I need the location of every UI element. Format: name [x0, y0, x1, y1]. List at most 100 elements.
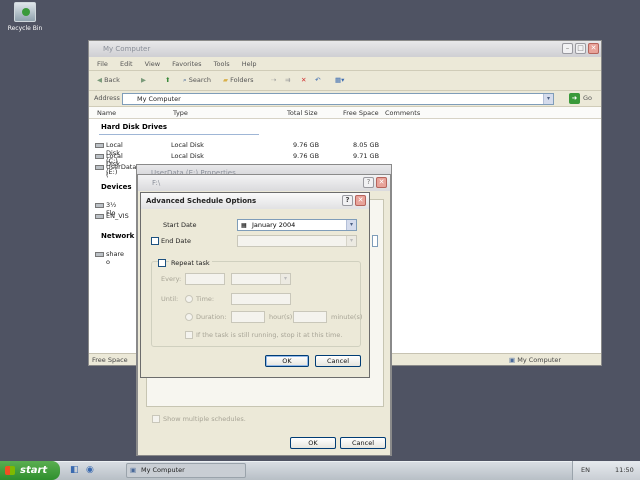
move-to-icon[interactable]: ⇢ [271, 76, 276, 84]
every-unit-select[interactable]: ▾ [231, 273, 291, 285]
delete-icon[interactable]: ✕ [301, 76, 306, 84]
hard-disk-icon [95, 153, 104, 159]
col-type[interactable]: Type [173, 109, 188, 117]
start-date-picker[interactable]: ▦ January 2004 ▾ [237, 219, 357, 231]
browser-icon[interactable]: ◉ [86, 465, 94, 475]
duration-label: Duration: [196, 313, 227, 321]
list-item[interactable]: EN_VIS [95, 212, 135, 222]
dialog-title: Advanced Schedule Options [146, 197, 257, 205]
go-arrow-icon[interactable]: ➜ [569, 93, 580, 104]
every-stepper[interactable] [185, 273, 225, 285]
taskbar [0, 461, 640, 480]
time-radio[interactable] [185, 295, 193, 303]
end-date-checkbox[interactable] [151, 237, 159, 245]
close-button[interactable]: ✕ [355, 195, 366, 206]
network-share-icon [95, 251, 104, 257]
search-button[interactable]: ⌕ Search [183, 76, 211, 85]
menu-edit[interactable]: Edit [120, 60, 133, 68]
menu-file[interactable]: File [97, 60, 108, 68]
every-label: Every: [161, 275, 182, 283]
minimize-button[interactable]: – [562, 43, 573, 54]
stop-task-label: If the task is still running, stop it at… [196, 331, 343, 339]
list-item[interactable]: 3½ Flo [95, 201, 135, 217]
menu-favorites[interactable]: Favorites [172, 60, 201, 68]
chevron-down-icon[interactable]: ▾ [280, 274, 290, 284]
until-label: Until: [161, 295, 179, 303]
address-label: Address [94, 94, 120, 102]
duration-minutes-field[interactable] [293, 311, 327, 323]
duration-radio[interactable] [185, 313, 193, 321]
repeat-task-checkbox[interactable] [158, 259, 166, 267]
col-name[interactable]: Name [97, 109, 116, 117]
my-computer-titlebar[interactable]: My Computer – □ ✕ [89, 41, 601, 57]
task-title: F:\ [152, 179, 161, 187]
show-multiple-label: Show multiple schedules. [163, 415, 246, 423]
close-button[interactable]: ✕ [376, 177, 387, 188]
duration-hours-field[interactable] [231, 311, 265, 323]
views-icon[interactable]: ▦▾ [335, 76, 344, 84]
chevron-down-icon[interactable]: ▾ [346, 220, 356, 230]
column-headers: Name Type Total Size Free Space Comments [89, 107, 601, 119]
drive-row[interactable]: Local Disk (C:) Local Disk 9.76 GB 8.05 … [95, 141, 515, 165]
copy-to-icon[interactable]: ⇉ [285, 76, 290, 84]
ok-button[interactable]: OK [290, 437, 336, 449]
undo-icon[interactable]: ↶ [315, 76, 320, 84]
cancel-button[interactable]: Cancel [340, 437, 386, 449]
up-folder-icon[interactable]: ⬆ [165, 76, 170, 84]
advanced-schedule-dialog: Advanced Schedule Options ? ✕ Start Date… [140, 192, 370, 378]
group-hard-disks: Hard Disk Drives [101, 123, 168, 131]
cancel-button[interactable]: Cancel [315, 355, 361, 367]
recycle-bin-label: Recycle Bin [7, 25, 43, 32]
drive-row[interactable]: Local Disk (E:) Local Disk 9.76 GB 9.71 … [95, 152, 515, 176]
recycle-bin-desktop-icon[interactable]: Recycle Bin [4, 2, 46, 32]
menu-help[interactable]: Help [242, 60, 257, 68]
group-devices: Devices [101, 183, 132, 191]
system-tray: EN 11:50 [572, 461, 640, 480]
address-input[interactable]: My Computer ▾ [122, 93, 554, 105]
group-network: Network [101, 232, 135, 240]
computer-icon: ▣ [509, 356, 518, 364]
address-dropdown-icon[interactable]: ▾ [543, 94, 553, 104]
help-button[interactable]: ? [363, 177, 374, 188]
until-time-field[interactable] [231, 293, 291, 305]
repeat-task-label: Repeat task [169, 259, 212, 267]
calendar-icon: ▦ [241, 222, 247, 229]
menu-tools[interactable]: Tools [214, 60, 230, 68]
back-button[interactable]: ◀ Back [97, 76, 120, 84]
folders-button[interactable]: ▰ Folders [223, 76, 254, 84]
start-date-label: Start Date [163, 221, 197, 229]
status-left: Free Space [92, 356, 128, 364]
hard-disk-icon [95, 142, 104, 148]
toolbar: ◀ Back ▶ ⬆ ⌕ Search ▰ Folders ⇢ ⇉ ✕ ↶ ▦▾ [89, 71, 601, 91]
status-right: ▣ My Computer [509, 356, 562, 364]
clock[interactable]: 11:50 [615, 461, 634, 480]
forward-arrow-icon[interactable]: ▶ [141, 76, 146, 84]
show-desktop-icon[interactable]: ◧ [70, 465, 79, 475]
col-free-space[interactable]: Free Space [343, 109, 379, 117]
ok-button[interactable]: OK [265, 355, 309, 367]
task-titlebar[interactable]: F:\ ? ✕ [138, 175, 390, 191]
floppy-icon [95, 202, 104, 208]
language-indicator[interactable]: EN [581, 461, 590, 480]
go-button[interactable]: Go [583, 94, 592, 102]
window-title: My Computer [103, 45, 151, 53]
show-multiple-checkbox[interactable] [152, 415, 160, 423]
start-button[interactable]: start [0, 461, 60, 480]
hours-label: hour(s) [269, 313, 293, 321]
close-button[interactable]: ✕ [588, 43, 599, 54]
advanced-titlebar[interactable]: Advanced Schedule Options ? ✕ [141, 193, 369, 209]
stop-task-checkbox[interactable] [185, 331, 193, 339]
address-bar: Address My Computer ▾ ➜ Go [89, 91, 601, 107]
taskbar-item-my-computer[interactable]: ▣ My Computer [126, 463, 246, 478]
list-item[interactable]: share o [95, 250, 135, 266]
time-label: Time: [196, 295, 215, 303]
recycle-bin-icon [14, 2, 36, 22]
help-button[interactable]: ? [342, 195, 353, 206]
col-total-size[interactable]: Total Size [287, 109, 318, 117]
cd-drive-icon [95, 213, 104, 219]
col-comments[interactable]: Comments [385, 109, 420, 117]
menu-view[interactable]: View [145, 60, 160, 68]
maximize-button[interactable]: □ [575, 43, 586, 54]
end-date-picker[interactable]: ▾ [237, 235, 357, 247]
chevron-down-icon[interactable]: ▾ [346, 236, 356, 246]
